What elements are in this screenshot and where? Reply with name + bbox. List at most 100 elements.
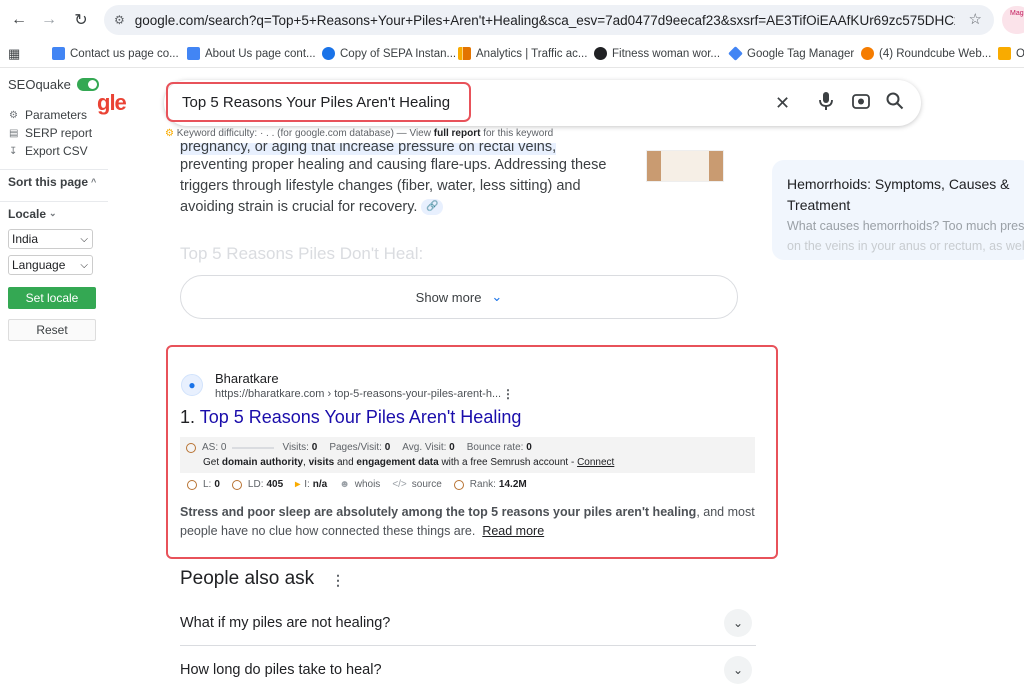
bookmark-item[interactable]: (4) Roundcube Web... xyxy=(861,47,991,60)
parameters-link[interactable]: ⚙ Parameters xyxy=(0,106,108,124)
gear-icon: ⚙ xyxy=(9,109,18,121)
desc-bold: Stress and poor sleep are absolutely amo… xyxy=(180,505,697,519)
language-value: Language xyxy=(12,258,66,272)
rank-param[interactable]: Rank: 14.2M xyxy=(453,479,527,490)
sort-page-toggle[interactable]: Sort this page ^ xyxy=(0,169,108,193)
result-title-link[interactable]: Top 5 Reasons Your Piles Aren't Healing xyxy=(200,407,522,427)
related-card[interactable]: Hemorrhoids: Symptoms, Causes & Treatmen… xyxy=(772,160,1024,260)
read-more-link[interactable]: Read more xyxy=(482,524,544,538)
visits-label: Visits: xyxy=(282,442,309,453)
promo-text: with a free Semrush account - xyxy=(441,457,575,468)
seoquake-header: SEOquake xyxy=(0,72,108,96)
l-value: 0 xyxy=(214,479,220,490)
analytics-icon xyxy=(998,47,1011,60)
ld-value: 405 xyxy=(266,479,284,490)
chevron-down-icon: ⌄ xyxy=(49,208,57,218)
forward-arrow-icon[interactable]: → xyxy=(36,7,62,33)
search-input[interactable]: Top 5 Reasons Your Piles Aren't Healing xyxy=(166,82,471,122)
search-icon[interactable] xyxy=(886,92,904,115)
semrush-icon xyxy=(186,442,196,453)
promo-text: Get xyxy=(203,457,220,468)
reset-button[interactable]: Reset xyxy=(8,319,96,341)
pages-label: Pages/Visit: xyxy=(329,442,382,453)
back-arrow-icon[interactable]: ← xyxy=(6,7,32,33)
export-csv-link[interactable]: ↧ Export CSV xyxy=(0,142,108,160)
result-url[interactable]: https://bharatkare.com › top-5-reasons-y… xyxy=(215,388,501,400)
bing-icon: ▸ xyxy=(295,479,301,490)
show-more-button[interactable]: Show more ⌄ xyxy=(180,275,738,319)
paa-question[interactable]: What if my piles are not healing? ⌄ xyxy=(180,600,756,646)
avg-visit-label: Avg. Visit: xyxy=(402,442,447,453)
pages-value: 0 xyxy=(384,442,391,453)
faded-heading: Top 5 Reasons Piles Don't Heal: xyxy=(180,244,424,263)
bookmark-item[interactable]: Fitness woman wor... xyxy=(594,47,720,60)
chevron-down-icon[interactable]: ⌄ xyxy=(724,609,752,637)
reload-icon[interactable]: ↻ xyxy=(68,7,94,33)
serp-report-link[interactable]: ▤ SERP report xyxy=(0,124,108,142)
chevron-down-icon: ⌵ xyxy=(80,259,88,271)
edge-icon xyxy=(322,47,335,60)
i-param[interactable]: ▸ I: n/a xyxy=(295,479,327,490)
kd-mid: (for google.com database) — View xyxy=(277,128,431,139)
google-logo[interactable]: gle xyxy=(97,90,127,116)
link-icon[interactable]: 🔗 xyxy=(421,199,444,216)
chevron-down-icon[interactable]: ⌄ xyxy=(724,656,752,684)
result-number: 1. xyxy=(180,407,196,427)
bookmark-star-icon[interactable]: ☆ xyxy=(969,10,982,28)
bookmark-label: Fitness woman wor... xyxy=(612,47,721,60)
profile-avatar[interactable]: Mag xyxy=(1002,6,1024,34)
seoquake-toggle[interactable] xyxy=(76,77,99,91)
bookmark-item[interactable]: Google Tag Manager xyxy=(728,46,854,61)
snippet-line: preventing proper healing and causing fl… xyxy=(180,157,607,173)
bookmark-item[interactable]: Contact us page co... xyxy=(52,47,179,60)
whois-link[interactable]: ☻ whois xyxy=(339,479,380,490)
chevron-up-icon: ^ xyxy=(91,176,97,187)
language-select[interactable]: Language ⌵ xyxy=(8,255,93,275)
clear-icon[interactable]: ✕ xyxy=(775,93,790,114)
bookmark-item[interactable]: Ol xyxy=(998,47,1024,60)
snippet-line: pregnancy, or aging that increase pressu… xyxy=(180,143,557,155)
i-label: I: xyxy=(304,479,310,490)
ld-label: LD: xyxy=(247,479,264,490)
promo-text: and xyxy=(336,457,354,468)
url-text[interactable]: google.com/search?q=Top+5+Reasons+Your+P… xyxy=(135,13,955,28)
seoquake-title: SEOquake xyxy=(8,76,71,92)
user-icon: ☻ xyxy=(339,479,350,490)
question-text: How long do piles take to heal? xyxy=(180,662,382,678)
item-label: Export CSV xyxy=(25,144,88,158)
more-options-icon[interactable]: ⋮ xyxy=(502,387,514,401)
microphone-icon[interactable] xyxy=(819,91,833,116)
semrush-promo: Get domain authority, visits and engagem… xyxy=(203,457,614,468)
site-settings-icon[interactable]: ⚙ xyxy=(114,13,125,27)
apps-grid-icon[interactable]: ▦ xyxy=(8,46,20,62)
result-title[interactable]: 1. Top 5 Reasons Your Piles Aren't Heali… xyxy=(180,407,521,428)
related-card-desc: What causes hemorrhoids? Too much press xyxy=(787,219,1024,233)
result-site-name[interactable]: Bharatkare xyxy=(215,371,279,386)
locale-toggle[interactable]: Locale ⌄ xyxy=(0,201,108,225)
sort-label: Sort this page xyxy=(8,174,89,189)
bookmark-item[interactable]: About Us page cont... xyxy=(187,47,316,60)
source-link[interactable]: </> source xyxy=(392,479,441,490)
bookmark-item[interactable]: Copy of SEPA Instan... xyxy=(322,47,456,60)
seoquake-params: L: 0 LD: 405 ▸ I: n/a ☻ whois </> source Rank:… xyxy=(187,479,539,490)
more-options-icon[interactable]: ⋮ xyxy=(331,572,345,589)
connect-link[interactable]: Connect xyxy=(577,457,614,468)
bookmark-item[interactable]: Analytics | Traffic ac... xyxy=(458,47,587,60)
promo-text: , xyxy=(303,457,306,468)
item-label: Parameters xyxy=(25,108,88,122)
l-param[interactable]: L: 0 xyxy=(187,479,220,490)
ld-param[interactable]: LD: 405 xyxy=(231,479,284,490)
snippet-thumbnail[interactable] xyxy=(646,150,724,182)
result-description: Stress and poor sleep are absolutely amo… xyxy=(180,503,765,541)
lens-icon[interactable] xyxy=(852,93,870,114)
set-locale-button[interactable]: Set locale xyxy=(8,287,96,309)
address-bar[interactable]: ⚙ google.com/search?q=Top+5+Reasons+Your… xyxy=(104,5,994,35)
paa-question[interactable]: How long do piles take to heal? ⌄ xyxy=(180,647,756,693)
semrush-icon xyxy=(231,479,242,490)
bounce-value: 0 xyxy=(526,442,532,453)
bookmark-label: Copy of SEPA Instan... xyxy=(340,47,457,60)
github-icon xyxy=(594,47,607,60)
country-select[interactable]: India ⌵ xyxy=(8,229,93,249)
chevron-down-icon: ⌄ xyxy=(491,289,503,304)
full-report-link[interactable]: full report xyxy=(434,128,481,139)
